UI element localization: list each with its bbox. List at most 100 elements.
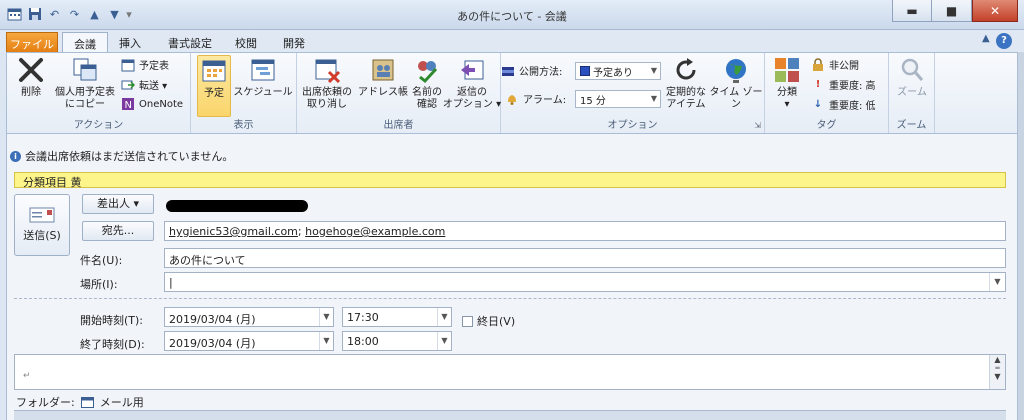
show-as-icon bbox=[502, 66, 514, 76]
categorize-icon bbox=[775, 58, 799, 82]
delete-label: 削除 bbox=[21, 87, 41, 98]
group-actions: 削除 個人用予定表 にコピー 予定表 転送 ▾ N OneNote アクション bbox=[7, 53, 191, 133]
start-date-value: 2019/03/04 (月) bbox=[169, 313, 256, 326]
start-time-picker[interactable]: 17:30 ▼ bbox=[342, 307, 452, 327]
end-time-label: 終了時刻(D): bbox=[80, 338, 145, 351]
copy-to-calendar-button[interactable]: 個人用予定表 にコピー bbox=[49, 55, 121, 111]
chevron-down-icon[interactable]: ▼ bbox=[437, 308, 451, 326]
private-button[interactable]: 非公開 bbox=[811, 57, 859, 72]
end-time-picker[interactable]: 18:00 ▼ bbox=[342, 331, 452, 351]
show-as-select[interactable]: 予定あり ▼ bbox=[575, 62, 661, 80]
location-field[interactable]: | ▼ bbox=[164, 272, 1006, 292]
chevron-down-icon: ▼ bbox=[650, 94, 657, 103]
reminder-select[interactable]: 15 分 ▼ bbox=[575, 90, 661, 108]
address-book-button[interactable]: アドレス帳 bbox=[357, 55, 409, 99]
from-button[interactable]: 差出人 ▾ bbox=[82, 194, 154, 214]
to-recipient-2[interactable]: hogehoge@example.com bbox=[305, 225, 445, 238]
show-as-value: 予定あり bbox=[593, 67, 633, 79]
reminder-value: 15 分 bbox=[580, 95, 606, 107]
onenote-icon: N bbox=[122, 98, 134, 111]
delete-button[interactable]: 削除 bbox=[13, 55, 49, 99]
response-options-label: 返信の オプション ▾ bbox=[442, 87, 502, 110]
maximize-button[interactable]: ■ bbox=[932, 0, 972, 22]
appointment-button[interactable]: 予定 bbox=[197, 55, 231, 117]
title-bar: ↶ ↷ ▲ ▼ ▾ あの件について - 会議 ▬ ■ ✕ bbox=[0, 0, 1024, 30]
end-date-value: 2019/03/04 (月) bbox=[169, 337, 256, 350]
all-day-label: 終日(V) bbox=[477, 315, 516, 328]
tab-meeting[interactable]: 会議 bbox=[62, 32, 108, 52]
all-day-checkbox[interactable]: 終日(V) bbox=[462, 313, 515, 329]
to-field[interactable]: hygienic53@gmail.com; hogehoge@example.c… bbox=[164, 221, 1006, 241]
categorize-label: 分類 ▾ bbox=[777, 87, 797, 110]
categorize-button[interactable]: 分類 ▾ bbox=[769, 55, 805, 111]
checkbox-box[interactable] bbox=[462, 315, 473, 327]
forward-button[interactable]: 転送 ▾ bbox=[121, 77, 167, 92]
group-actions-label: アクション bbox=[73, 120, 124, 131]
calendar-folder-icon bbox=[80, 396, 94, 408]
calendar-label: 予定表 bbox=[139, 61, 169, 72]
onenote-label: OneNote bbox=[139, 98, 184, 110]
bell-icon bbox=[508, 94, 516, 105]
scheduling-button[interactable]: スケジュール bbox=[233, 55, 293, 99]
message-body[interactable]: ↵ ▲ ═ ▼ bbox=[14, 354, 1006, 390]
window-title: あの件について - 会議 bbox=[457, 10, 567, 23]
send-button[interactable]: 送信(S) bbox=[14, 194, 70, 256]
time-zones-button[interactable]: タイム ゾーン bbox=[709, 55, 763, 111]
recurrence-label: 定期的な アイテム bbox=[666, 87, 706, 110]
low-importance-button[interactable]: ↓ 重要度: 低 bbox=[811, 97, 876, 113]
group-show: 予定 スケジュール 表示 bbox=[191, 53, 297, 133]
help-icon[interactable]: ? bbox=[996, 33, 1012, 49]
low-importance-label: 重要度: 低 bbox=[829, 101, 876, 112]
window-right-edge bbox=[1018, 52, 1024, 420]
check-names-button[interactable]: 名前の 確認 bbox=[409, 55, 445, 111]
subject-label: 件名(U): bbox=[80, 254, 123, 267]
scheduling-icon bbox=[251, 59, 275, 81]
start-time-value: 17:30 bbox=[347, 311, 379, 324]
calendar-icon bbox=[121, 59, 135, 71]
collapse-ribbon-icon[interactable]: ▲ bbox=[982, 33, 990, 44]
start-date-picker[interactable]: 2019/03/04 (月) ▼ bbox=[164, 307, 334, 327]
minimize-button[interactable]: ▬ bbox=[892, 0, 932, 22]
chevron-down-icon[interactable]: ▼ bbox=[437, 332, 451, 350]
cancel-invitation-button[interactable]: 出席依頼の 取り消し bbox=[299, 55, 355, 111]
recurrence-button[interactable]: 定期的な アイテム bbox=[663, 55, 709, 111]
tab-developer[interactable]: 開発 bbox=[276, 32, 312, 52]
appointment-label: 予定 bbox=[204, 88, 224, 99]
high-importance-button[interactable]: ! 重要度: 高 bbox=[811, 77, 876, 93]
group-tags: 分類 ▾ 非公開 ! 重要度: 高 ↓ 重要度: 低 タグ bbox=[765, 53, 889, 133]
tab-review[interactable]: 校閲 bbox=[228, 32, 264, 52]
calendar-button[interactable]: 予定表 bbox=[121, 57, 169, 72]
zoom-label: ズーム bbox=[897, 87, 927, 98]
scroll-up-icon[interactable]: ▲ bbox=[990, 355, 1005, 364]
tab-insert[interactable]: 挿入 bbox=[112, 32, 148, 52]
chevron-down-icon[interactable]: ▼ bbox=[989, 273, 1005, 291]
to-recipient-1[interactable]: hygienic53@gmail.com bbox=[169, 225, 298, 238]
envelope-icon bbox=[29, 207, 55, 223]
scroll-thumb[interactable]: ═ bbox=[990, 364, 1005, 372]
busy-swatch-icon bbox=[580, 66, 590, 76]
lock-icon bbox=[813, 57, 823, 71]
zoom-button[interactable]: ズーム bbox=[895, 55, 929, 99]
chevron-down-icon[interactable]: ▼ bbox=[319, 308, 333, 326]
response-options-button[interactable]: 返信の オプション ▾ bbox=[442, 55, 502, 111]
svg-text:N: N bbox=[125, 100, 132, 111]
group-attendees-label: 出席者 bbox=[383, 120, 414, 131]
globe-icon bbox=[726, 59, 746, 83]
close-button[interactable]: ✕ bbox=[972, 0, 1018, 22]
onenote-button[interactable]: N OneNote bbox=[121, 97, 183, 111]
chevron-down-icon[interactable]: ▼ bbox=[319, 332, 333, 350]
to-button[interactable]: 宛先... bbox=[82, 221, 154, 241]
scroll-down-icon[interactable]: ▼ bbox=[990, 372, 1005, 381]
tab-format-text[interactable]: 書式設定 bbox=[158, 32, 222, 52]
end-date-picker[interactable]: 2019/03/04 (月) ▼ bbox=[164, 331, 334, 351]
response-options-icon bbox=[461, 60, 484, 80]
location-value: | bbox=[169, 276, 173, 289]
tab-file[interactable]: ファイル bbox=[6, 32, 58, 52]
subject-field[interactable]: あの件について bbox=[164, 248, 1006, 268]
down-arrow-icon: ↓ bbox=[813, 98, 823, 110]
info-bar: i 会議出席依頼はまだ送信されていません。 bbox=[10, 148, 233, 164]
body-scrollbar[interactable]: ▲ ═ ▼ bbox=[989, 355, 1005, 389]
group-options: 公開方法: 予定あり ▼ アラーム: 15 分 ▼ 定期的な アイテム タイム … bbox=[501, 53, 765, 133]
divider bbox=[14, 298, 1006, 299]
options-dialog-launcher[interactable]: ⇲ bbox=[754, 121, 761, 130]
